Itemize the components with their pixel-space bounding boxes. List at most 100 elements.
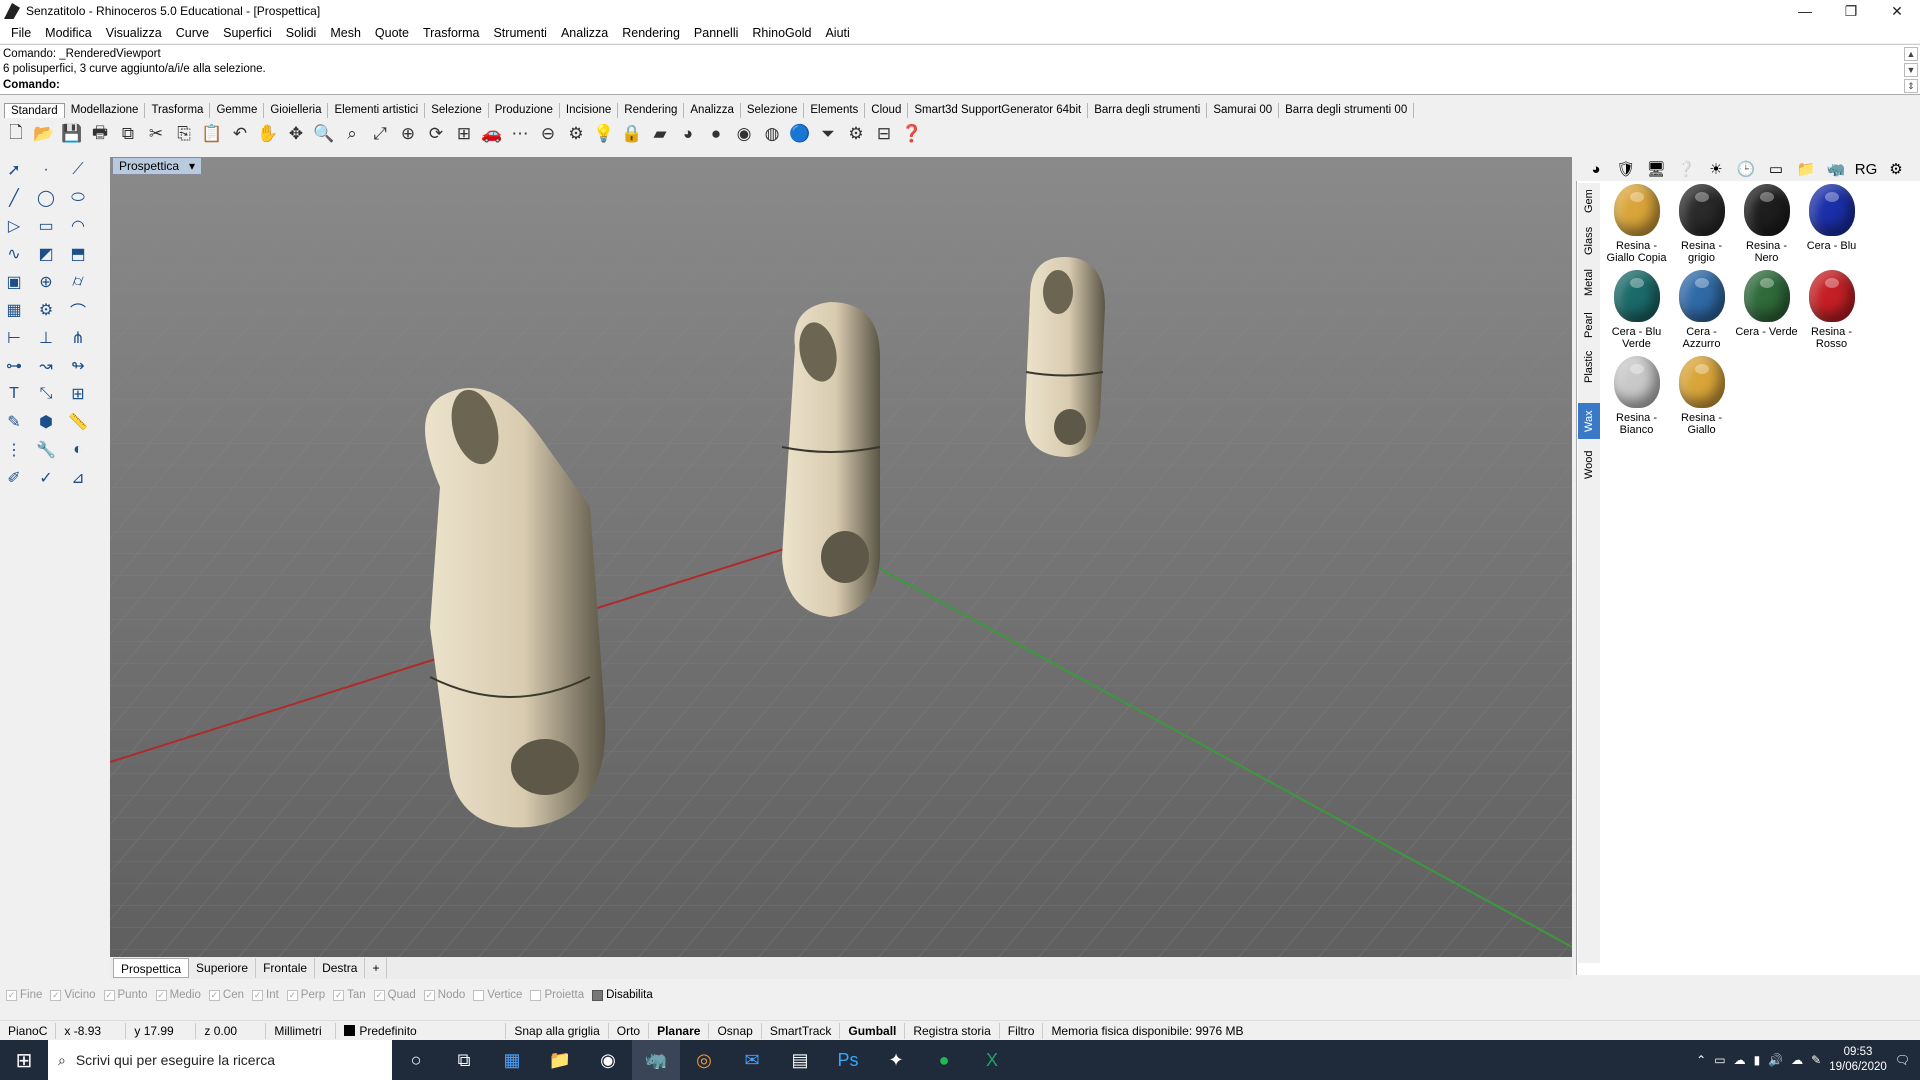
join-icon[interactable]: ⊶: [2, 354, 26, 378]
cylinder-icon[interactable]: ⌭: [66, 270, 90, 294]
menu-visualizza[interactable]: Visualizza: [99, 26, 169, 40]
shade-sphere-icon[interactable]: ●: [704, 122, 728, 146]
osnap-medio[interactable]: ✓ Medio: [155, 989, 201, 1001]
text-icon[interactable]: T: [2, 382, 26, 406]
lock-icon[interactable]: 🔒: [620, 122, 644, 146]
light-icon[interactable]: 💡: [592, 122, 616, 146]
part-medium[interactable]: [781, 302, 881, 617]
car-icon[interactable]: 🚗: [480, 122, 504, 146]
tab-analizza[interactable]: Analizza: [684, 102, 741, 118]
status-ortho[interactable]: Orto: [609, 1022, 650, 1039]
notification-icon[interactable]: 🗨: [1895, 1053, 1910, 1067]
tab-gemme[interactable]: Gemme: [210, 102, 265, 118]
filter-icon[interactable]: ⏷: [816, 122, 840, 146]
side-tab-gem[interactable]: Gem: [1578, 183, 1600, 219]
menu-rendering[interactable]: Rendering: [615, 26, 687, 40]
offset-icon[interactable]: ↝: [34, 354, 58, 378]
material-item[interactable]: Cera - Blu Verde: [1604, 270, 1669, 350]
menu-file[interactable]: File: [4, 26, 38, 40]
settings-gear-icon[interactable]: ⚙: [1882, 158, 1910, 180]
trim-icon[interactable]: ⋔: [66, 326, 90, 350]
perspective-viewport[interactable]: [110, 157, 1572, 957]
rhino-taskbar-icon[interactable]: 🦏: [632, 1040, 680, 1080]
window-icon[interactable]: ▭: [1762, 158, 1790, 180]
arc-icon[interactable]: ◠: [66, 214, 90, 238]
cortana-icon[interactable]: ○: [392, 1040, 440, 1080]
zoom-extents-icon[interactable]: ⤢: [368, 122, 392, 146]
close-button[interactable]: ✕: [1874, 0, 1920, 22]
mail-icon[interactable]: ✉: [728, 1040, 776, 1080]
checkbox-icon[interactable]: ✓: [6, 989, 17, 1001]
status-layer[interactable]: Predefinito: [336, 1022, 507, 1039]
scroll-up-icon[interactable]: ▲: [1904, 47, 1918, 61]
tab-smart3d[interactable]: Smart3d SupportGenerator 64bit: [908, 102, 1089, 118]
move-icon[interactable]: ✥: [284, 122, 308, 146]
side-tab-metal[interactable]: Metal: [1578, 263, 1600, 303]
copy-icon[interactable]: ⎘: [172, 122, 196, 146]
ellipse-icon[interactable]: ⬭: [66, 186, 90, 210]
measure-icon[interactable]: ⊿: [66, 466, 90, 490]
tab-prospettica[interactable]: Prospettica: [113, 958, 190, 978]
material-item[interactable]: Resina - Bianco: [1604, 356, 1669, 436]
chevron-down-icon[interactable]: ▾: [189, 158, 195, 174]
cloud-sync-icon[interactable]: ☁: [1791, 1053, 1803, 1067]
material-item[interactable]: Cera - Azzurro: [1669, 270, 1734, 350]
checkbox-icon[interactable]: ✓: [333, 989, 345, 1001]
status-filter[interactable]: Filtro: [1000, 1022, 1044, 1039]
menu-mesh[interactable]: Mesh: [323, 26, 368, 40]
tab-standard[interactable]: Standard: [4, 102, 65, 118]
status-snap[interactable]: Snap alla griglia: [506, 1022, 609, 1039]
taskbar-clock[interactable]: 09:53 19/06/2020: [1829, 1045, 1887, 1075]
osnap-vicino[interactable]: ✓ Vicino: [50, 989, 96, 1001]
polyline-icon[interactable]: ⟋: [66, 158, 90, 182]
materials-library-icon[interactable]: ☀: [1702, 158, 1730, 180]
side-tab-glass[interactable]: Glass: [1578, 221, 1600, 261]
menu-quote[interactable]: Quote: [368, 26, 416, 40]
checkbox-icon[interactable]: ✓: [50, 989, 62, 1001]
menu-modifica[interactable]: Modifica: [38, 26, 99, 40]
checkbox-icon[interactable]: [530, 989, 542, 1001]
tab-produzione[interactable]: Produzione: [489, 102, 560, 118]
check-icon[interactable]: ✓: [34, 466, 58, 490]
tab-samurai[interactable]: Samurai 00: [1207, 102, 1280, 118]
add-viewport-tab-icon[interactable]: +: [365, 958, 388, 978]
blue-sphere-icon[interactable]: 🔵: [788, 122, 812, 146]
tab-incisione[interactable]: Incisione: [560, 102, 619, 118]
cut-icon[interactable]: ✂: [144, 122, 168, 146]
osnap-disabilita[interactable]: Disabilita: [592, 989, 653, 1001]
side-tab-pearl[interactable]: Pearl: [1578, 305, 1600, 345]
material-icon[interactable]: 🛡: [1612, 158, 1640, 180]
material-item[interactable]: Cera - Blu: [1799, 184, 1864, 264]
color-wheel-icon[interactable]: ◕: [1582, 158, 1610, 180]
array-icon[interactable]: ⊞: [66, 382, 90, 406]
material-item[interactable]: Cera - Verde: [1734, 270, 1799, 350]
color-wheel-icon[interactable]: ◕: [676, 122, 700, 146]
status-units[interactable]: Millimetri: [266, 1022, 337, 1039]
status-osnap[interactable]: Osnap: [709, 1022, 762, 1039]
pan-hand-icon[interactable]: ✋: [256, 122, 280, 146]
help-icon[interactable]: ❓: [900, 122, 924, 146]
osnap-tan[interactable]: ✓ Tan: [333, 989, 366, 1001]
paste-icon[interactable]: 📋: [200, 122, 224, 146]
osnap-nodo[interactable]: ✓ Nodo: [423, 989, 465, 1001]
tab-superiore[interactable]: Superiore: [189, 958, 257, 978]
osnap-int[interactable]: ✓ Int: [252, 989, 279, 1001]
store-icon[interactable]: ▦: [488, 1040, 536, 1080]
tab-modellazione[interactable]: Modellazione: [65, 102, 146, 118]
tab-selezione[interactable]: Selezione: [425, 102, 489, 118]
tab-frontale[interactable]: Frontale: [256, 958, 316, 978]
osnap-quad[interactable]: ✓ Quad: [373, 989, 416, 1001]
properties-icon[interactable]: ⚙: [564, 122, 588, 146]
material-sphere-icon[interactable]: ◍: [760, 122, 784, 146]
options-gear-icon[interactable]: ⚙: [844, 122, 868, 146]
checkbox-icon[interactable]: ✓: [252, 989, 263, 1001]
side-tab-wax[interactable]: Wax: [1578, 403, 1600, 439]
new-file-icon[interactable]: 🗋: [4, 122, 28, 146]
menu-aiuti[interactable]: Aiuti: [818, 26, 856, 40]
status-history[interactable]: Registra storia: [905, 1022, 1000, 1039]
windows-start-icon[interactable]: ⊞: [0, 1040, 48, 1080]
zoom-window-icon[interactable]: ⌕: [340, 122, 364, 146]
undo-icon[interactable]: ↶: [228, 122, 252, 146]
select-arrow-icon[interactable]: ➚: [2, 158, 26, 182]
clock-icon[interactable]: 🕒: [1732, 158, 1760, 180]
